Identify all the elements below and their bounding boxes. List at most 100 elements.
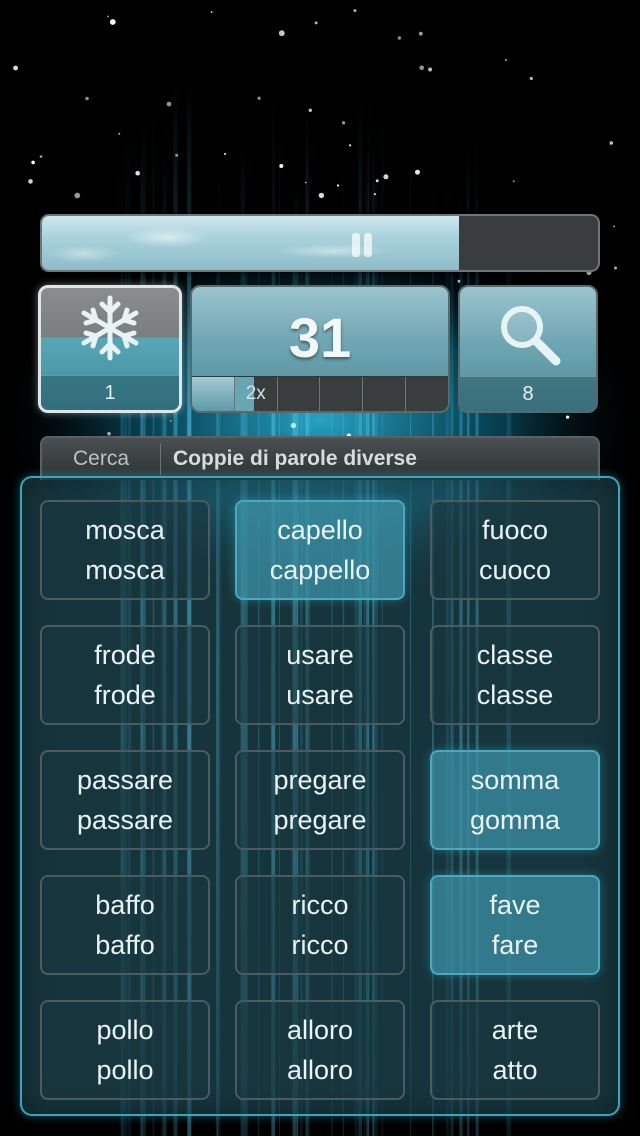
- word-bottom: baffo: [95, 930, 155, 960]
- search-label: Cerca: [42, 443, 161, 475]
- word-top: passare: [76, 765, 174, 795]
- score-panel: 31 2x: [190, 285, 450, 413]
- star: [175, 153, 179, 157]
- word-bottom: passare: [76, 805, 174, 835]
- word-bottom: pollo: [96, 1055, 154, 1085]
- word-pair-card[interactable]: ricco ricco: [235, 875, 405, 975]
- word-bottom: mosca: [85, 555, 165, 585]
- word-pair-card[interactable]: arte atto: [430, 1000, 600, 1100]
- star: [512, 180, 515, 183]
- word-top: usare: [286, 640, 354, 670]
- star: [415, 169, 420, 175]
- word-bottom: pregare: [273, 805, 367, 835]
- multiplier-segment: [363, 377, 407, 411]
- word-pair-grid: mosca mosca capello cappello fuoco cuoco frode…: [20, 476, 620, 1116]
- word-bottom: alloro: [286, 1055, 354, 1085]
- word-pair-card[interactable]: alloro alloro: [235, 1000, 405, 1100]
- star: [383, 174, 389, 180]
- word-pair-card[interactable]: usare usare: [235, 625, 405, 725]
- star: [529, 76, 533, 81]
- star: [318, 192, 325, 199]
- star: [305, 181, 307, 184]
- word-bottom: frode: [94, 680, 156, 710]
- hint-count: 8: [460, 376, 596, 411]
- word-top: capello: [277, 515, 363, 545]
- star: [418, 31, 423, 36]
- word-top: somma: [470, 765, 560, 795]
- word-pair-card[interactable]: capello cappello: [235, 500, 405, 600]
- category-title: Coppie di parole diverse: [173, 447, 417, 470]
- word-bottom: cuoco: [478, 555, 552, 585]
- star: [31, 160, 35, 165]
- pause-icon[interactable]: [350, 233, 374, 257]
- word-top: arte: [491, 1015, 539, 1045]
- star: [210, 11, 213, 14]
- hint-powerup-button[interactable]: 8: [458, 285, 598, 413]
- star: [135, 170, 140, 176]
- word-pair-card[interactable]: frode frode: [40, 625, 210, 725]
- star: [118, 132, 121, 135]
- star: [28, 179, 33, 184]
- word-top: pregare: [273, 765, 367, 795]
- star: [308, 108, 312, 113]
- word-pair-card[interactable]: fave fare: [430, 875, 600, 975]
- multiplier-segment: [192, 377, 235, 411]
- word-top: alloro: [286, 1015, 354, 1045]
- word-pair-card[interactable]: pregare pregare: [235, 750, 405, 850]
- star: [566, 415, 570, 419]
- freeze-count: 1: [41, 375, 179, 410]
- star: [109, 19, 116, 25]
- star: [609, 141, 614, 145]
- star: [279, 164, 284, 168]
- word-top: frode: [94, 640, 156, 670]
- word-bottom: ricco: [291, 930, 349, 960]
- word-pair-card[interactable]: baffo baffo: [40, 875, 210, 975]
- word-top: mosca: [85, 515, 165, 545]
- star: [375, 179, 379, 183]
- star: [614, 266, 617, 270]
- magnifier-icon: [501, 306, 561, 366]
- star: [353, 9, 357, 13]
- word-pair-card[interactable]: fuoco cuoco: [430, 500, 600, 600]
- star: [85, 96, 89, 101]
- multiplier-segment: [406, 377, 448, 411]
- word-bottom: gomma: [469, 805, 561, 835]
- multiplier-meter: 2x: [192, 376, 448, 411]
- snowflake-icon: [81, 295, 139, 361]
- star: [314, 21, 318, 25]
- star: [349, 144, 352, 147]
- multiplier-segment: [278, 377, 321, 411]
- word-top: classe: [476, 640, 554, 670]
- star: [169, 420, 172, 422]
- time-remaining-bar: [40, 214, 600, 272]
- word-pair-card[interactable]: passare passare: [40, 750, 210, 850]
- freeze-powerup-button[interactable]: 1: [38, 285, 182, 413]
- multiplier-label: 2x: [234, 377, 278, 411]
- score-value: 31: [288, 306, 352, 369]
- word-bottom: fare: [491, 930, 539, 960]
- star: [397, 36, 402, 40]
- star: [39, 155, 43, 158]
- star: [224, 153, 227, 155]
- multiplier-segment: [320, 377, 364, 411]
- star: [278, 30, 285, 37]
- star: [166, 101, 172, 107]
- word-top: pollo: [96, 1015, 154, 1045]
- star: [419, 65, 425, 71]
- star: [257, 96, 261, 100]
- category-bar: Cerca Coppie di parole diverse: [40, 436, 600, 480]
- word-top: fave: [489, 890, 541, 920]
- star: [107, 15, 109, 18]
- star: [107, 431, 111, 436]
- star: [336, 184, 340, 187]
- word-pair-card[interactable]: classe classe: [430, 625, 600, 725]
- star: [13, 65, 18, 71]
- word-pair-card[interactable]: mosca mosca: [40, 500, 210, 600]
- star: [373, 193, 376, 196]
- star: [457, 279, 461, 283]
- word-pair-card[interactable]: pollo pollo: [40, 1000, 210, 1100]
- star: [342, 121, 346, 125]
- word-pair-card[interactable]: somma gomma: [430, 750, 600, 850]
- word-bottom: atto: [492, 1055, 538, 1085]
- star: [290, 422, 297, 429]
